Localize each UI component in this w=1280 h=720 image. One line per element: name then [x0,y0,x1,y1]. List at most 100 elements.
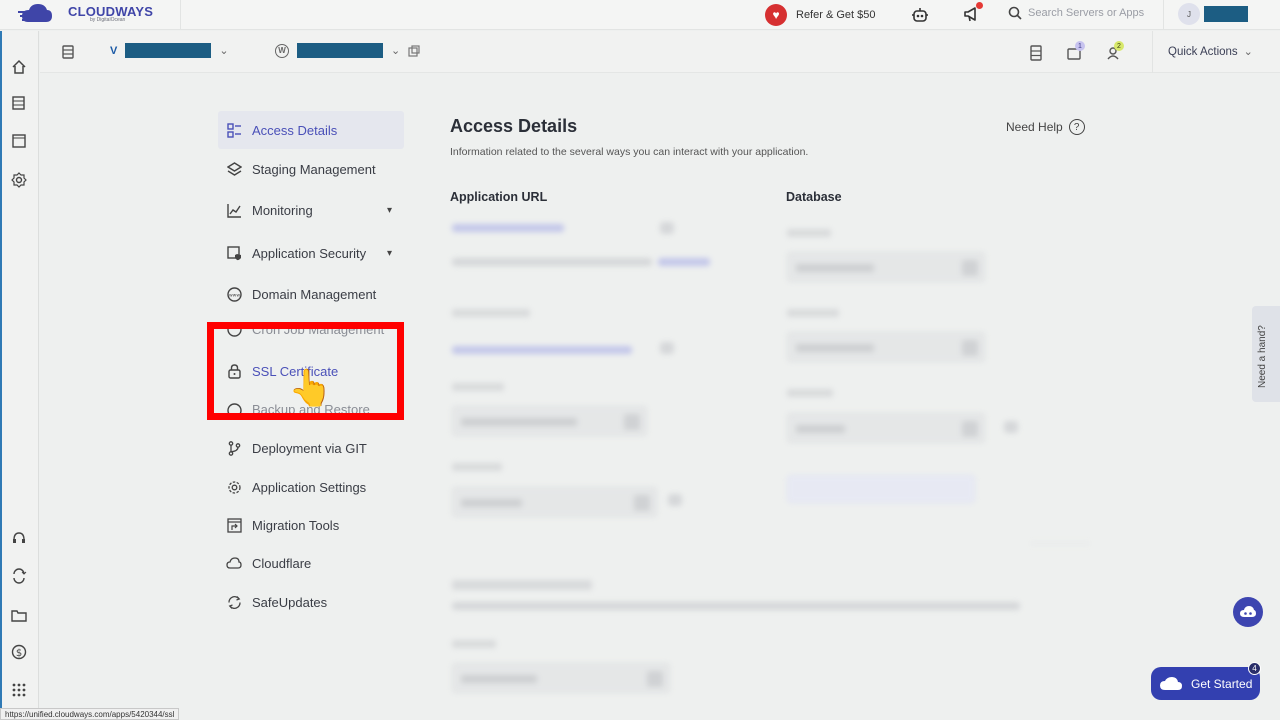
redacted-app-name [297,43,383,58]
menu-item-migration-tools[interactable]: Migration Tools [218,506,404,544]
gear-icon [226,479,242,495]
menu-label: Deployment via GIT [252,440,367,456]
wordpress-icon: W [275,43,289,58]
get-started-button[interactable]: Get Started [1151,667,1260,700]
menu-label: SafeUpdates [252,594,328,610]
robot-icon[interactable] [911,6,929,24]
quick-actions-label: Quick Actions [1168,45,1238,58]
menu-label: Monitoring [252,202,313,218]
www-globe-icon: www [226,286,242,302]
avatar: J [1178,3,1200,25]
notification-dot [976,2,983,9]
chevron-down-icon: ⌄ [1243,46,1253,58]
menu-label: Application Security [252,245,367,261]
divider [1163,0,1164,30]
home-icon[interactable] [10,58,28,76]
chevron-down-icon: ⌄ [219,45,229,57]
apps-button[interactable]: 1 [1067,41,1085,60]
refer-label: Refer & Get $50 [796,9,876,21]
apps-grid-icon[interactable] [10,681,28,699]
svg-text:$: $ [16,648,22,659]
layers-icon [226,161,242,177]
chart-line-icon [226,202,242,218]
team-button[interactable]: 2 [1106,41,1124,60]
billing-icon[interactable]: $ [10,643,28,661]
divider [1152,31,1153,73]
server-list-icon[interactable] [62,45,74,59]
need-help-link[interactable]: Need Help ? [1006,119,1085,135]
status-bar-url: https://unified.cloudways.com/apps/54203… [0,708,180,720]
shield-icon [226,245,242,261]
need-a-hand-tab[interactable]: Need a hand? [1252,306,1280,402]
get-started-label: Get Started [1191,676,1253,691]
page-subtitle: Information related to the several ways … [450,146,809,158]
menu-label: Staging Management [252,161,376,177]
heart-icon: ♥ [765,4,787,26]
git-branch-icon [226,440,242,456]
page-title: Access Details [450,116,578,136]
database-heading: Database [786,190,842,204]
menu-label: Application Settings [252,479,367,495]
server-stack-icon[interactable] [1030,45,1042,61]
chevron-down-icon: ⌄ [391,45,401,57]
migration-icon[interactable] [10,567,28,585]
announcements-button[interactable] [963,2,983,25]
cloud-logo-icon [18,4,52,22]
app-selector[interactable]: W ⌄ [275,43,420,58]
cloud-chat-icon [1240,606,1256,617]
need-help-label: Need Help [1006,120,1063,134]
settings-icon[interactable] [10,171,28,189]
chevron-down-icon: ▾ [386,247,392,259]
servers-icon[interactable] [10,94,28,112]
menu-label: Access Details [252,122,338,138]
left-rail: $ [0,31,39,720]
applications-icon[interactable] [10,132,28,150]
chat-button[interactable] [1233,597,1263,627]
cloud-icon [226,555,242,571]
menu-item-safeupdates[interactable]: SafeUpdates [218,583,404,621]
chevron-down-icon: ▾ [386,204,392,216]
menu-item-domain-management[interactable]: www Domain Management [218,275,404,313]
refer-button[interactable]: ♥ Refer & Get $50 [765,4,876,26]
support-icon[interactable] [10,529,28,547]
quick-actions-dropdown[interactable]: Quick Actions ⌄ [1168,45,1253,59]
migration-tool-icon [226,517,242,533]
server-selector[interactable]: V ⌄ [110,43,229,58]
brand-sub: by DigitalOcean [90,17,126,23]
question-icon: ? [1068,119,1085,135]
app-context-bar: V ⌄ W ⌄ 1 2 Quick Actions ⌄ [40,31,1280,73]
get-started-badge: 4 [1248,662,1261,675]
folder-icon[interactable] [10,606,28,624]
search-icon [1008,6,1022,20]
rail-edge [0,31,2,720]
menu-item-deployment-via-git[interactable]: Deployment via GIT [218,429,404,467]
menu-item-application-settings[interactable]: Application Settings [218,468,404,506]
team-count-badge: 2 [1114,41,1124,51]
access-details-icon [226,122,242,138]
vultr-icon: V [110,44,118,57]
menu-item-monitoring[interactable]: Monitoring ▾ [218,191,404,229]
svg-text:www: www [228,293,239,298]
search-placeholder: Search Servers or Apps [1028,7,1145,19]
application-url-heading: Application URL [450,190,548,204]
menu-label: Migration Tools [252,517,340,533]
menu-item-staging-management[interactable]: Staging Management [218,150,404,188]
redacted-user-name [1204,6,1248,22]
refresh-icon [226,594,242,610]
menu-item-access-details[interactable]: Access Details [218,111,404,149]
apps-count-badge: 1 [1075,41,1085,51]
cloud-icon [1160,676,1182,690]
divider [180,0,181,30]
redacted-server-name [125,43,212,58]
menu-label: Cloudflare [252,555,312,571]
pointing-hand-icon: 👆 [288,367,333,408]
need-a-hand-label: Need a hand? [1257,325,1268,388]
menu-label: Domain Management [252,286,377,302]
external-link-icon[interactable] [408,44,420,57]
menu-item-cloudflare[interactable]: Cloudflare [218,544,404,582]
search-box[interactable]: Search Servers or Apps [1008,6,1144,20]
cloudways-logo[interactable]: CLOUDWAYS by DigitalOcean [18,2,153,26]
menu-item-application-security[interactable]: Application Security ▾ [218,234,404,272]
top-bar: CLOUDWAYS by DigitalOcean ♥ Refer & Get … [0,0,1280,30]
user-menu[interactable]: J [1178,3,1248,25]
